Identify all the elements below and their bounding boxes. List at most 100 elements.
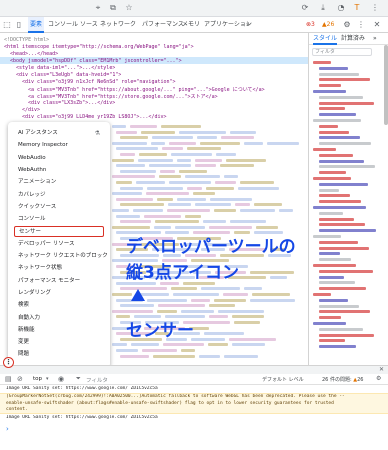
account-icon[interactable]: T [352, 3, 362, 13]
code-line-fragment [191, 337, 225, 341]
menu-item[interactable]: 変更 [8, 337, 110, 348]
menu-item[interactable]: デベロッパー リソース [8, 239, 110, 250]
location-icon[interactable]: ⌖ [93, 3, 103, 13]
style-rule-line [319, 229, 376, 233]
code-line[interactable]: <div class="LX3sZb">...</div> [28, 100, 115, 106]
menu-item[interactable]: コンソール [8, 214, 110, 225]
code-line[interactable]: <a class="MV3Tnb" href="https://store.go… [28, 93, 218, 99]
close-drawer-icon[interactable]: ✕ [379, 366, 384, 373]
code-line-fragment [154, 225, 171, 229]
menu-item[interactable]: 新機能 [8, 325, 110, 336]
code-line[interactable]: </div> [22, 107, 40, 113]
translate-icon[interactable]: ⧉ [108, 3, 118, 13]
styles-pane[interactable]: スタイル 計算済み » フィルタ [308, 33, 388, 365]
style-rule-line [313, 61, 331, 64]
browser-menu-icon[interactable]: ⋮ [370, 3, 380, 13]
style-rule-line [319, 66, 348, 70]
devtools-menu-icon[interactable]: ⋮ [356, 20, 366, 30]
menu-item[interactable]: カバレッジ [8, 190, 110, 201]
tab-elements[interactable]: 要素 [28, 17, 45, 33]
code-line[interactable]: <html itemscope itemtype="http://schema.… [4, 44, 194, 50]
menu-item[interactable]: レンダリング [8, 288, 110, 299]
code-line[interactable]: <a class="MV3Tnb" href="https://about.go… [28, 86, 265, 92]
menu-item[interactable]: センサー [14, 226, 104, 238]
tab-styles[interactable]: スタイル [313, 33, 338, 45]
console-toolbar: ▤ ⊘ top ▾ ◉ ⏷ フィルタ デフォルト レベル 26 件の問題: ▲2… [0, 374, 388, 385]
console-prompt-icon[interactable]: › [6, 425, 9, 433]
tab-computed[interactable]: 計算済み [341, 33, 365, 45]
tab-sources[interactable]: ソース [78, 17, 100, 33]
code-line-fragment [181, 309, 214, 313]
code-line[interactable]: <div class="o3j99 n1xJcf Ne6nSd" role="n… [22, 79, 176, 85]
console-message[interactable]: Image URL Sanity set: https://www.google… [0, 386, 388, 393]
console-warning[interactable]: [GroupMarkerNotSet(crbug.com/242999)!:A0… [0, 393, 388, 414]
code-line-fragment [169, 141, 196, 145]
code-line[interactable]: <body jsmodel="hspDDf" class="EM1Mrb" js… [10, 58, 182, 64]
code-line-fragment [181, 349, 195, 352]
menu-item[interactable]: AI アシスタンス ⚗ [8, 128, 110, 139]
sidebar-toggle-icon[interactable]: ▤ [5, 375, 12, 383]
devtools-window: ⌖ ⧉ ☆ ⟳ ⤓ ◔ T ⋮ ⬚ ▯ 要素 コンソール ソース ネットワーク … [0, 0, 388, 450]
code-line[interactable]: <style data-iml="...">...</style> [16, 65, 115, 71]
tab-console[interactable]: コンソール [46, 17, 80, 33]
style-rule-line [319, 333, 374, 337]
console-filter-input[interactable]: フィルタ [86, 376, 108, 384]
tab-network[interactable]: ネットワーク [98, 17, 138, 33]
styles-more-button[interactable]: » [373, 33, 377, 45]
code-line-fragment [279, 209, 293, 212]
code-line-fragment [136, 181, 165, 184]
star-icon[interactable]: ☆ [124, 3, 134, 13]
menu-item[interactable]: アニメーション [8, 177, 110, 188]
code-line-fragment [256, 225, 278, 229]
code-line-fragment [168, 203, 191, 207]
code-line[interactable]: <!DOCTYPE html> [4, 37, 49, 43]
menu-item[interactable]: Memory Inspector [8, 140, 110, 151]
menu-item[interactable]: WebAuthn [8, 165, 110, 176]
warning-count-badge[interactable]: ▲26 [322, 21, 334, 29]
style-rule-line [313, 235, 341, 238]
code-line-fragment [204, 332, 244, 336]
console-message[interactable]: Image URL Sanity set: https://www.google… [0, 415, 388, 422]
log-levels-select[interactable]: デフォルト レベル [262, 376, 304, 383]
code-line[interactable]: <div class="o3j99 LLD4me yr19Zb LS8OJ">.… [22, 114, 167, 120]
menu-item[interactable]: 問題 [8, 349, 110, 360]
style-rule-line [319, 281, 355, 285]
menu-item[interactable]: クイックソース [8, 202, 110, 213]
context-select[interactable]: top [33, 376, 42, 382]
profile-icon[interactable]: ◔ [336, 3, 346, 13]
console-settings-icon[interactable]: ⚙ [376, 375, 381, 382]
device-toolbar-icon[interactable]: ▯ [14, 20, 24, 30]
styles-filter-input[interactable]: フィルタ [312, 48, 372, 56]
menu-item[interactable]: 自動入力 [8, 313, 110, 324]
style-rule-line [313, 206, 366, 209]
inspect-element-icon[interactable]: ⬚ [2, 20, 12, 30]
style-rule-line [319, 287, 366, 291]
code-line-fragment [200, 141, 240, 145]
code-line-fragment [177, 158, 191, 162]
style-rule-line [319, 246, 369, 250]
menu-item[interactable]: ネットワーク状態 [8, 263, 110, 274]
code-line[interactable]: <div class="L3eUgb" data-hveid="1"> [16, 72, 121, 78]
styles-scrollbar[interactable] [384, 45, 388, 125]
style-rule-line [319, 142, 371, 146]
code-line-fragment [112, 141, 147, 145]
more-tabs-button[interactable]: » [244, 17, 252, 33]
code-line-fragment [116, 349, 138, 352]
close-devtools-icon[interactable]: ✕ [372, 20, 382, 30]
menu-item[interactable]: ネットワーク リクエストのブロック [8, 251, 110, 262]
tab-performance[interactable]: パフォーマンス [140, 17, 186, 33]
eye-icon[interactable]: ◉ [58, 375, 64, 383]
issues-button[interactable]: 26 件の問題: ▲26 [322, 376, 363, 383]
tab-memory[interactable]: メモリ [180, 17, 202, 33]
settings-icon[interactable]: ⚙ [342, 20, 352, 30]
code-line-fragment [147, 186, 183, 190]
download-icon[interactable]: ⤓ [318, 3, 328, 13]
menu-item[interactable]: WebAudio [8, 153, 110, 164]
extensions-icon[interactable]: ⟳ [300, 3, 310, 13]
code-line-fragment [232, 315, 264, 319]
clear-console-icon[interactable]: ⊘ [17, 375, 23, 383]
error-count-badge[interactable]: ⊗3 [306, 21, 315, 29]
drawer-menu-icon[interactable]: ⋮ [3, 357, 14, 368]
menu-item[interactable]: パフォーマンス モニター [8, 276, 110, 287]
menu-item[interactable]: 検索 [8, 300, 110, 311]
